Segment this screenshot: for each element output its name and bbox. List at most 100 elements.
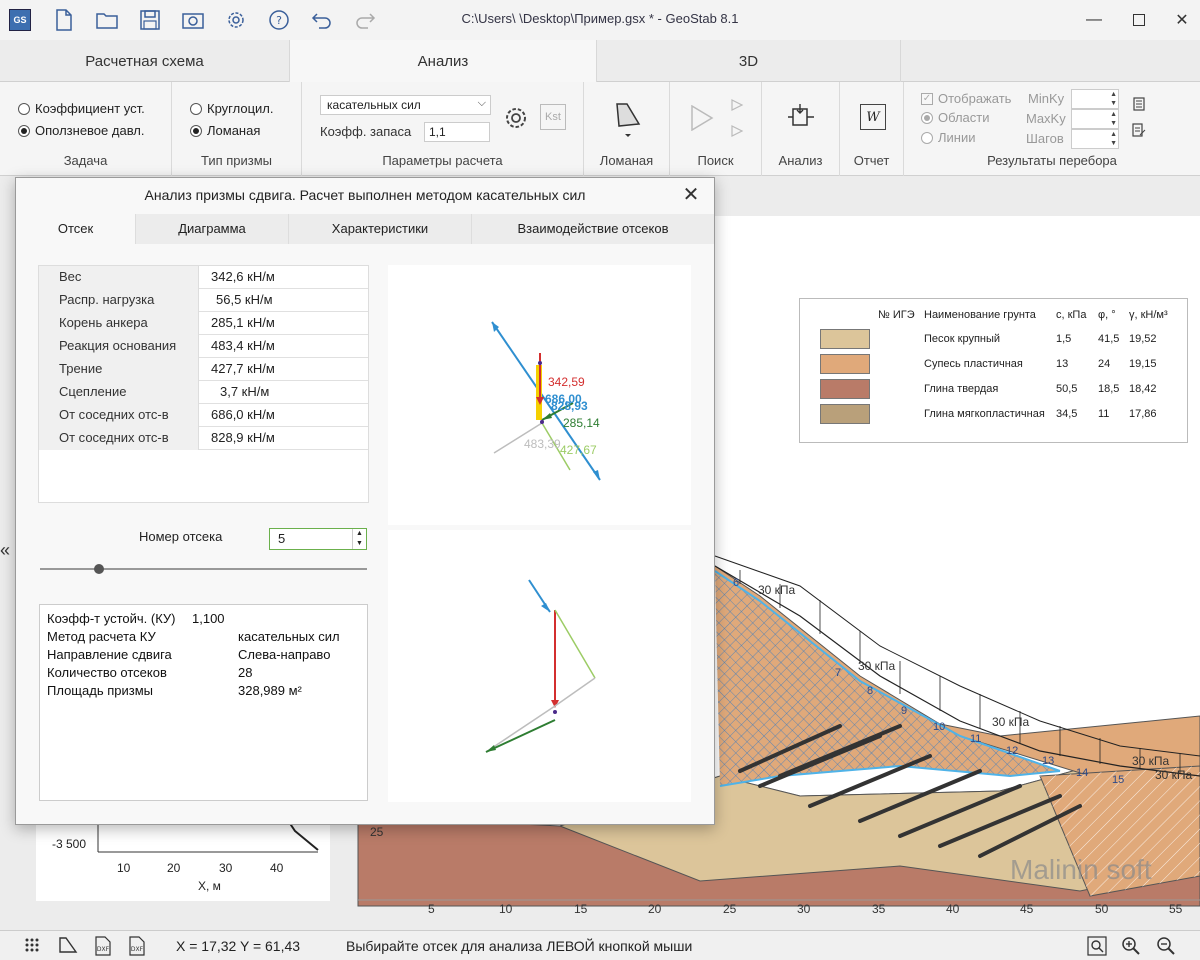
steps-spinner[interactable]: ▲ ▼ xyxy=(1071,129,1119,149)
maxky-spinner[interactable]: ▲ ▼ xyxy=(1071,109,1119,129)
minky-label: MinKy xyxy=(1028,91,1065,106)
zoom-fit-icon[interactable] xyxy=(1087,936,1107,959)
calc-params-group: касательных сил ⌵ Коэфф. запаса 1,1 Kst … xyxy=(302,82,584,176)
list-item: Площадь призмы 328,989 м² xyxy=(47,683,302,698)
tab-segment[interactable]: Отсек xyxy=(16,214,136,244)
watermark: Malinin soft xyxy=(1010,854,1152,885)
lines-option[interactable]: Линии xyxy=(921,130,976,145)
kst-button[interactable]: Kst xyxy=(540,104,566,130)
polyline-label: Ломаная xyxy=(599,153,654,168)
task-option-landslide[interactable]: Оползневое давл. xyxy=(18,123,145,138)
dxf-import-icon[interactable]: DXF xyxy=(93,936,113,959)
show-results-checkbox[interactable]: ✓ Отображать xyxy=(921,91,1011,106)
segment-number: 10 xyxy=(933,721,945,733)
zoom-out-icon[interactable] xyxy=(1156,936,1176,959)
tab-diagram[interactable]: Диаграмма xyxy=(136,214,289,244)
document-list-icon[interactable] xyxy=(1132,96,1146,112)
segment-number: 13 xyxy=(1042,755,1054,767)
method-select[interactable]: касательных сил ⌵ xyxy=(320,95,491,115)
status-bar: DXF DXF X = 17,32 Y = 61,43 Выбирайте от… xyxy=(0,930,1200,960)
params-group-label: Параметры расчета xyxy=(382,153,503,168)
spin-arrows-icon[interactable]: ▲ ▼ xyxy=(1110,90,1117,108)
radio-button[interactable] xyxy=(190,102,202,115)
legend-row: Супесь пластичная 13 24 19,15 xyxy=(800,354,1187,376)
tab-segment-interaction[interactable]: Взаимодействие отсеков xyxy=(472,214,714,244)
legend-header-angle: φ, ° xyxy=(1098,309,1116,321)
table-row: Вес 342,6 кН/м xyxy=(39,266,368,289)
legend-header-name: Наименование грунта xyxy=(924,309,1036,321)
side-chart-y-tick: -3 500 xyxy=(52,837,86,851)
steps-label: Шагов xyxy=(1026,131,1064,146)
x-axis-tick: 55 xyxy=(1169,902,1183,916)
radio-button[interactable] xyxy=(18,124,30,137)
radio-button[interactable] xyxy=(190,124,202,137)
profile-icon[interactable] xyxy=(58,936,78,957)
play-icon[interactable] xyxy=(688,104,716,132)
legend-row: Песок крупный 1,5 41,5 19,52 xyxy=(800,329,1187,351)
spin-arrows-icon[interactable]: ▲ ▼ xyxy=(1110,110,1117,128)
radio-button[interactable] xyxy=(18,102,30,115)
step-forward-icon[interactable] xyxy=(728,96,746,114)
prism-option-circular[interactable]: Круглоцил. xyxy=(190,101,273,116)
force-label-reaction: 483,39 xyxy=(524,437,561,451)
table-row: Корень анкера 285,1 кН/м xyxy=(39,312,368,335)
load-label: 30 кПа xyxy=(758,583,796,597)
tab-3d[interactable]: 3D xyxy=(597,40,901,82)
close-window-icon[interactable]: ✕ xyxy=(1168,6,1196,34)
segment-number: 7 xyxy=(835,667,841,679)
tab-analysis[interactable]: Анализ xyxy=(290,40,597,82)
checkbox[interactable]: ✓ xyxy=(921,92,933,105)
dialog-tabs: Отсек Диаграмма Характеристики Взаимодей… xyxy=(16,214,714,244)
tab-characteristics[interactable]: Характеристики xyxy=(289,214,472,244)
report-group: W Отчет xyxy=(840,82,904,176)
segment-number: 11 xyxy=(970,733,981,745)
segment-number: 14 xyxy=(1076,767,1088,779)
segment-number-input[interactable]: 5 ▲ ▼ xyxy=(269,528,367,550)
radio-button[interactable] xyxy=(921,111,933,124)
window-title: C:\Users\ \Desktop\Пример.gsx * - GeoSta… xyxy=(461,11,739,26)
maximize-icon[interactable] xyxy=(1125,6,1153,34)
soil-swatch xyxy=(820,329,870,349)
analysis-label: Анализ xyxy=(778,153,823,168)
prism-analysis-dialog: Анализ призмы сдвига. Расчет выполнен ме… xyxy=(15,177,715,825)
results-group: ✓ Отображать Области Линии MinKy MaxKy Ша… xyxy=(904,82,1200,176)
x-axis-tick: 35 xyxy=(872,902,886,916)
task-group: Коэффициент уст. Оползневое давл. Задача xyxy=(0,82,172,176)
spin-arrows-icon[interactable]: ▲ ▼ xyxy=(352,529,366,549)
grid-icon[interactable] xyxy=(24,937,40,956)
word-report-icon[interactable]: W xyxy=(860,104,886,130)
force-polygon xyxy=(485,579,596,753)
table-row: Распр. нагрузка 56,5 кН/м xyxy=(39,289,368,312)
prism-group-label: Тип призмы xyxy=(200,153,273,168)
legend-row: Глина твердая 50,5 18,5 18,42 xyxy=(800,379,1187,401)
spin-arrows-icon[interactable]: ▲ ▼ xyxy=(1110,130,1117,148)
settings-gear-icon[interactable] xyxy=(502,104,530,132)
close-icon[interactable]: ✕ xyxy=(678,182,704,208)
polyline-prism-icon[interactable] xyxy=(612,100,644,140)
force-label-friction: 427,67 xyxy=(560,443,597,457)
radio-button[interactable] xyxy=(921,131,933,144)
search-label: Поиск xyxy=(697,153,734,168)
play-small-icon[interactable] xyxy=(728,122,746,140)
x-axis-tick: 5 xyxy=(428,902,435,916)
tab-calc-scheme[interactable]: Расчетная схема xyxy=(0,40,290,82)
document-edit-icon[interactable] xyxy=(1132,122,1146,138)
minky-spinner[interactable]: ▲ ▼ xyxy=(1071,89,1119,109)
slider-thumb[interactable] xyxy=(93,564,104,574)
segment-slider[interactable] xyxy=(40,568,367,570)
zoom-in-icon[interactable] xyxy=(1121,936,1141,959)
dxf-export-icon[interactable]: DXF xyxy=(127,936,147,959)
collapse-panel-icon[interactable]: « xyxy=(0,540,10,561)
prism-option-polyline[interactable]: Ломаная xyxy=(190,123,260,138)
minimize-icon[interactable]: — xyxy=(1080,6,1108,34)
task-option-safety[interactable]: Коэффициент уст. xyxy=(18,101,145,116)
segment-number: 15 xyxy=(1112,774,1124,786)
regions-option[interactable]: Области xyxy=(921,110,990,125)
x-axis-tick: 50 xyxy=(1095,902,1109,916)
analysis-icon[interactable] xyxy=(786,102,816,132)
x-axis-tick: 20 xyxy=(648,902,662,916)
side-chart-x-tick: 20 xyxy=(167,861,181,875)
report-label: Отчет xyxy=(853,153,890,168)
safety-factor-input[interactable]: 1,1 xyxy=(424,122,490,142)
table-row: Сцепление 3,7 кН/м xyxy=(39,381,368,404)
